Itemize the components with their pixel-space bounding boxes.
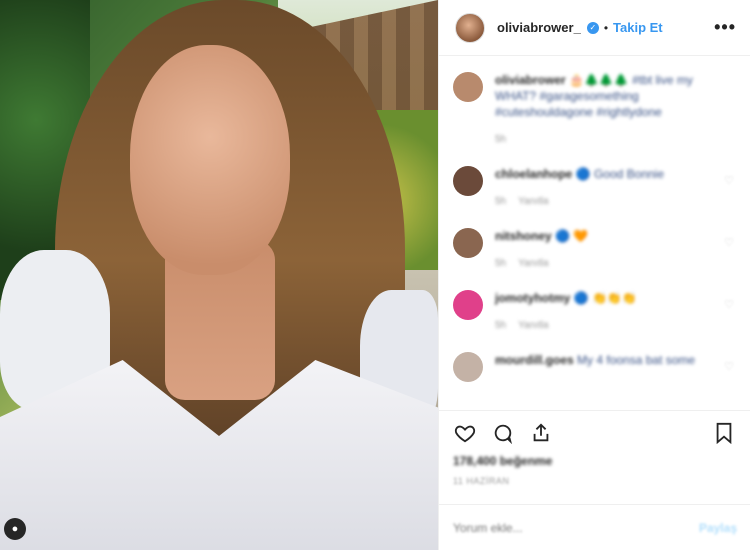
comment-time: 5h: [495, 134, 507, 145]
comment-username[interactable]: nitshoney: [495, 229, 552, 243]
post-photo: ●: [0, 0, 438, 550]
list-item: chloelanhope 🔵 Good Bonnie 5h Yanıtla ♡: [453, 166, 736, 210]
comment-time: 5h: [495, 258, 507, 269]
heart-icon[interactable]: ♡: [724, 298, 734, 311]
comment-text: 🔵 Good Bonnie: [575, 167, 665, 181]
post-comment-button[interactable]: Paylaş: [699, 521, 737, 535]
username-link[interactable]: oliviabrower_: [497, 20, 581, 35]
comment-avatar[interactable]: [453, 166, 483, 196]
comment-text: 🔵 🧡: [555, 229, 589, 243]
list-item: jomotyhotmy 🔵 👏👏👏 5h Yanıtla ♡: [453, 290, 736, 334]
post-timestamp: 11 HAZİRAN: [453, 476, 510, 486]
list-item: nitshoney 🔵 🧡 5h Yanıtla ♡: [453, 228, 736, 272]
comment-username[interactable]: jomotyhotmy: [495, 291, 570, 305]
comment-text: My 4 foonsa bat some: [577, 353, 696, 367]
follow-button[interactable]: Takip Et: [613, 20, 663, 35]
comment-avatar[interactable]: [453, 352, 483, 382]
comment-input[interactable]: [453, 520, 699, 535]
more-options-icon[interactable]: •••: [714, 17, 736, 38]
avatar[interactable]: [455, 12, 485, 43]
verified-badge-icon: ✓: [586, 21, 599, 34]
comment-meta: 5h Yanıtla: [495, 318, 736, 334]
separator-dot: •: [603, 20, 609, 35]
comments-list: oliviabrower 🎂🌲🌲🌲 #tbt live my WHAT? #ga…: [439, 56, 750, 410]
comment-avatar[interactable]: [453, 72, 483, 102]
comment-time: 5h: [495, 196, 507, 207]
heart-icon[interactable]: ♡: [724, 360, 734, 373]
comment-time: 5h: [495, 320, 507, 331]
camera-icon: ●: [4, 518, 26, 540]
action-bar: [439, 410, 750, 454]
comment-username[interactable]: oliviabrower: [495, 73, 566, 87]
heart-icon[interactable]: [453, 421, 477, 445]
post-side-panel: oliviabrower_ ✓ • Takip Et ••• oliviabro…: [438, 0, 750, 550]
comment-avatar[interactable]: [453, 290, 483, 320]
post-header: oliviabrower_ ✓ • Takip Et •••: [439, 0, 750, 56]
comment-text: 🔵 👏👏👏: [573, 291, 637, 305]
comment-username[interactable]: chloelanhope: [495, 167, 572, 181]
reply-button[interactable]: Yanıtla: [518, 256, 548, 272]
reply-button[interactable]: Yanıtla: [518, 318, 548, 334]
bookmark-icon[interactable]: [712, 421, 736, 445]
heart-icon[interactable]: ♡: [724, 174, 734, 187]
comment-icon[interactable]: [491, 421, 515, 445]
comment-avatar[interactable]: [453, 228, 483, 258]
list-item: mourdill.goes My 4 foonsa bat some ♡: [453, 352, 736, 382]
comment-meta: 5h: [495, 132, 736, 148]
add-comment-bar: Paylaş: [439, 504, 750, 550]
heart-icon[interactable]: ♡: [724, 236, 734, 249]
comment-username[interactable]: mourdill.goes: [495, 353, 574, 367]
list-item: oliviabrower 🎂🌲🌲🌲 #tbt live my WHAT? #ga…: [453, 72, 736, 148]
photo-subject-face: [130, 45, 290, 275]
reply-button[interactable]: Yanıtla: [518, 194, 548, 210]
likes-count[interactable]: 178,400 beğenme: [439, 454, 750, 472]
comment-meta: 5h Yanıtla: [495, 256, 736, 272]
comment-meta: 5h Yanıtla: [495, 194, 736, 210]
share-icon[interactable]: [529, 421, 553, 445]
